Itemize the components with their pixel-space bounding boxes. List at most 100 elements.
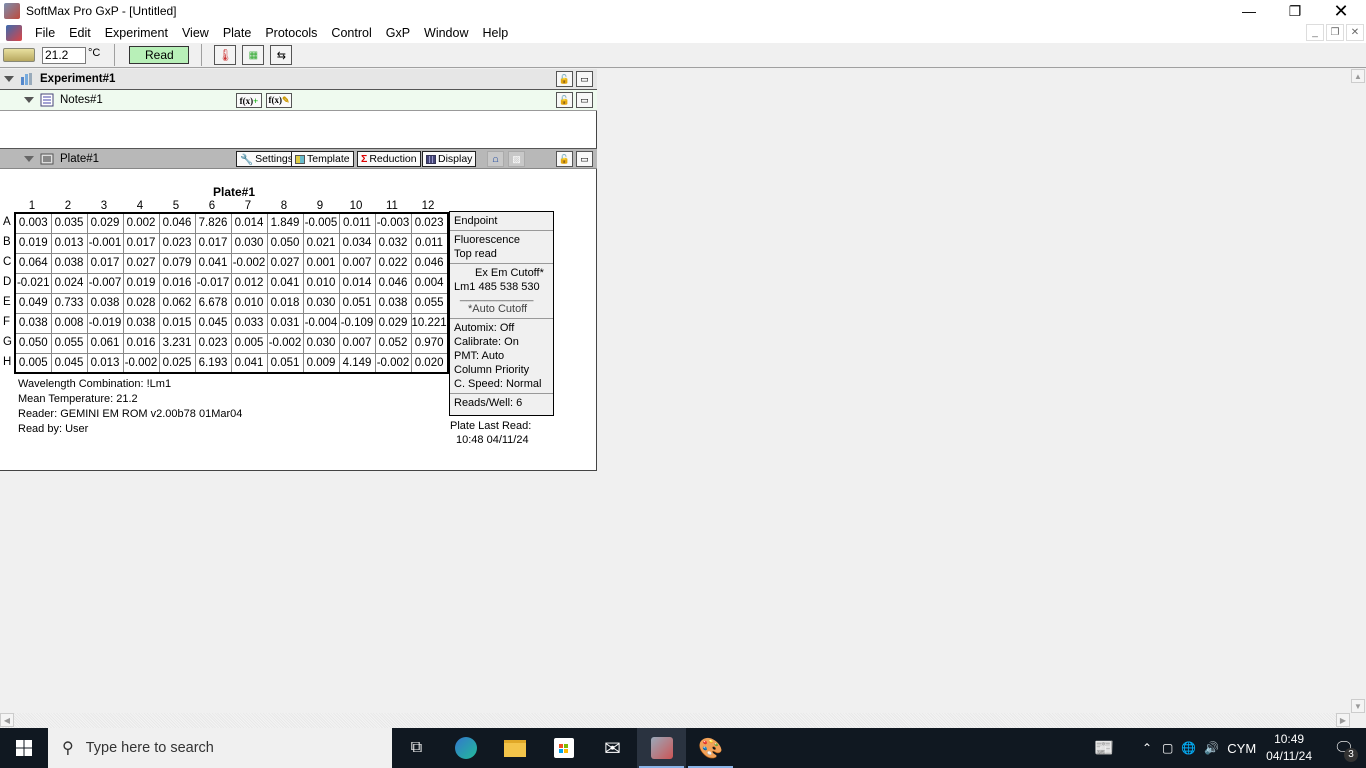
well-cell[interactable]: 0.014 xyxy=(230,212,268,234)
well-cell[interactable]: 0.013 xyxy=(86,352,124,374)
file-explorer-button[interactable] xyxy=(490,728,539,768)
well-cell[interactable]: 0.019 xyxy=(14,232,52,254)
menu-window[interactable]: Window xyxy=(417,26,475,40)
menu-control[interactable]: Control xyxy=(324,26,378,40)
well-cell[interactable]: 0.011 xyxy=(410,232,449,254)
news-widget-icon[interactable]: 📰 xyxy=(1094,738,1114,758)
display-button[interactable]: Display xyxy=(422,151,477,167)
temperature-field[interactable]: 21.2 xyxy=(42,46,86,64)
well-cell[interactable]: 0.031 xyxy=(266,312,304,334)
scroll-down-button[interactable]: ▼ xyxy=(1351,699,1365,713)
well-cell[interactable]: 0.005 xyxy=(14,352,52,374)
well-cell[interactable]: 0.002 xyxy=(122,212,160,234)
edge-button[interactable] xyxy=(441,728,490,768)
well-cell[interactable]: -0.002 xyxy=(266,332,304,354)
well-cell[interactable]: 0.052 xyxy=(374,332,412,354)
lock-button[interactable]: 🔓 xyxy=(556,71,573,87)
well-cell[interactable]: 0.030 xyxy=(230,232,268,254)
well-cell[interactable]: 0.079 xyxy=(158,252,196,274)
graph-button[interactable]: ⩍ xyxy=(487,151,504,167)
well-cell[interactable]: 0.027 xyxy=(122,252,160,274)
well-cell[interactable]: 0.055 xyxy=(410,292,449,314)
well-cell[interactable]: 0.022 xyxy=(374,252,412,274)
scroll-left-button[interactable]: ◀ xyxy=(0,713,14,727)
well-cell[interactable]: 0.061 xyxy=(86,332,124,354)
well-cell[interactable]: 10.221 xyxy=(410,312,449,334)
well-cell[interactable]: 1.849 xyxy=(266,212,304,234)
well-cell[interactable]: 0.024 xyxy=(50,272,88,294)
menu-protocols[interactable]: Protocols xyxy=(258,26,324,40)
well-cell[interactable]: 0.005 xyxy=(230,332,268,354)
horizontal-scrollbar[interactable]: ◀ ▶ xyxy=(0,713,1350,728)
well-cell[interactable]: 0.050 xyxy=(266,232,304,254)
menu-file[interactable]: File xyxy=(28,26,62,40)
well-cell[interactable]: 0.970 xyxy=(410,332,449,354)
template-button[interactable]: Template xyxy=(291,151,354,167)
well-cell[interactable]: -0.007 xyxy=(86,272,124,294)
well-cell[interactable]: 0.016 xyxy=(122,332,160,354)
menu-view[interactable]: View xyxy=(175,26,216,40)
well-cell[interactable]: 0.055 xyxy=(50,332,88,354)
menu-edit[interactable]: Edit xyxy=(62,26,98,40)
reader-icon[interactable] xyxy=(3,48,35,62)
well-cell[interactable]: 0.038 xyxy=(122,312,160,334)
well-cell[interactable]: -0.001 xyxy=(86,232,124,254)
well-cell[interactable]: 0.045 xyxy=(50,352,88,374)
well-cell[interactable]: 0.035 xyxy=(50,212,88,234)
well-cell[interactable]: 0.030 xyxy=(302,292,340,314)
restore-button[interactable]: ❐ xyxy=(1272,0,1318,22)
well-cell[interactable]: -0.017 xyxy=(194,272,232,294)
print-button[interactable]: ▭ xyxy=(576,92,593,108)
well-cell[interactable]: 0.028 xyxy=(122,292,160,314)
well-cell[interactable]: 0.029 xyxy=(374,312,412,334)
settings-button[interactable]: 🔧 Settings xyxy=(236,151,298,167)
mdi-minimize-button[interactable]: _ xyxy=(1306,24,1324,41)
scroll-right-button[interactable]: ▶ xyxy=(1336,713,1350,727)
task-view-button[interactable]: ⧉ xyxy=(392,728,441,768)
well-cell[interactable]: 0.027 xyxy=(266,252,304,274)
well-cell[interactable]: 0.014 xyxy=(338,272,376,294)
well-cell[interactable]: 0.023 xyxy=(410,212,449,234)
well-cell[interactable]: 0.051 xyxy=(338,292,376,314)
collapse-icon[interactable] xyxy=(24,155,34,162)
well-cell[interactable]: -0.003 xyxy=(374,212,412,234)
input-language[interactable]: CYM xyxy=(1227,741,1256,756)
well-cell[interactable]: 0.001 xyxy=(302,252,340,274)
well-cell[interactable]: 0.034 xyxy=(338,232,376,254)
well-cell[interactable]: 0.011 xyxy=(338,212,376,234)
well-cell[interactable]: 0.051 xyxy=(266,352,304,374)
clock[interactable]: 10:49 04/11/24 xyxy=(1266,731,1312,765)
well-cell[interactable]: 0.038 xyxy=(86,292,124,314)
well-cell[interactable]: -0.002 xyxy=(122,352,160,374)
lock-button[interactable]: 🔓 xyxy=(556,92,573,108)
well-cell[interactable]: 0.046 xyxy=(374,272,412,294)
well-cell[interactable]: 0.032 xyxy=(374,232,412,254)
well-cell[interactable]: 0.045 xyxy=(194,312,232,334)
well-cell[interactable]: 0.049 xyxy=(14,292,52,314)
well-cell[interactable]: 0.017 xyxy=(86,252,124,274)
well-cell[interactable]: 0.041 xyxy=(194,252,232,274)
well-cell[interactable]: 0.041 xyxy=(266,272,304,294)
mask-button[interactable]: ▨ xyxy=(508,151,525,167)
well-cell[interactable]: 0.004 xyxy=(410,272,449,294)
well-cell[interactable]: 4.149 xyxy=(338,352,376,374)
meet-now-icon[interactable]: ▢ xyxy=(1162,741,1173,755)
well-cell[interactable]: 0.017 xyxy=(122,232,160,254)
drawer-button[interactable]: ⇆ xyxy=(270,45,293,65)
collapse-icon[interactable] xyxy=(4,76,14,82)
taskbar-search[interactable]: ⚲ Type here to search xyxy=(48,728,392,768)
well-cell[interactable]: 0.013 xyxy=(50,232,88,254)
reduction-button[interactable]: Σ Reduction xyxy=(357,151,421,167)
close-button[interactable]: ✕ xyxy=(1318,0,1364,22)
well-cell[interactable]: 0.023 xyxy=(158,232,196,254)
well-cell[interactable]: 0.007 xyxy=(338,252,376,274)
well-cell[interactable]: 0.030 xyxy=(302,332,340,354)
collapse-icon[interactable] xyxy=(24,97,34,103)
well-cell[interactable]: 0.041 xyxy=(230,352,268,374)
well-cell[interactable]: -0.021 xyxy=(14,272,52,294)
menu-help[interactable]: Help xyxy=(476,26,516,40)
well-cell[interactable]: 0.025 xyxy=(158,352,196,374)
menu-gxp[interactable]: GxP xyxy=(379,26,417,40)
vertical-scrollbar[interactable]: ▲ ▼ xyxy=(1350,69,1366,713)
add-formula-button[interactable]: f(x)+ xyxy=(236,93,262,108)
